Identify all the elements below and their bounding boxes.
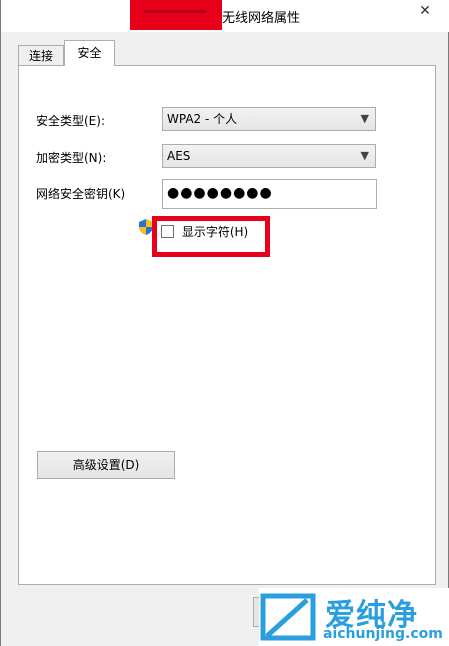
encryption-type-select[interactable]: AES ▼ [162,144,376,168]
watermark-url: aichunjing.com [323,626,443,642]
security-panel [18,65,436,585]
show-characters-option[interactable]: 显示字符(H) [161,223,248,240]
wireless-properties-dialog: 无线网络属性 ✕ 连接 安全 安全类型(E): WPA2 - 个人 ▼ 加密类型… [0,0,449,646]
close-icon: ✕ [419,3,431,19]
encryption-type-value: AES [167,149,191,163]
tab-connection-label: 连接 [28,49,53,63]
tab-security[interactable]: 安全 [64,40,115,66]
chevron-down-icon: ▼ [360,149,369,162]
network-key-value: ●●●●●●●● [167,185,273,201]
redacted-network-name [130,0,222,30]
uac-shield-icon [139,219,153,235]
show-characters-checkbox[interactable] [161,225,174,238]
advanced-settings-label: 高级设置(D) [72,458,140,472]
chevron-down-icon: ▼ [360,112,369,125]
network-key-label: 网络安全密钥(K) [36,187,126,201]
window-title: 无线网络属性 [222,11,301,26]
tab-security-label: 安全 [77,46,102,60]
title-bar: 无线网络属性 ✕ [1,0,449,32]
network-key-input[interactable]: ●●●●●●●● [162,179,377,209]
show-characters-label: 显示字符(H) [181,225,249,239]
security-type-label: 安全类型(E): [36,114,105,128]
brand-logo-icon [260,593,316,641]
security-type-select[interactable]: WPA2 - 个人 ▼ [162,107,376,131]
tab-connection[interactable]: 连接 [18,45,64,65]
watermark: 爱纯净 aichunjing.com [259,588,449,646]
close-button[interactable]: ✕ [408,0,442,22]
security-type-value: WPA2 - 个人 [167,112,238,126]
advanced-settings-button[interactable]: 高级设置(D) [37,451,175,479]
encryption-type-label: 加密类型(N): [36,151,107,165]
